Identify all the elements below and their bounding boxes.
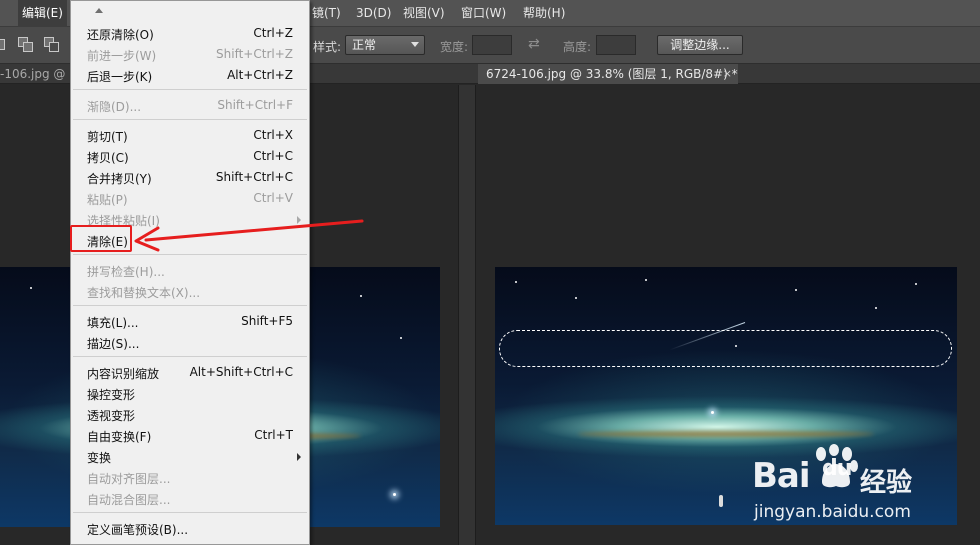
panel-divider[interactable] [458,85,476,545]
menu-separator [73,254,307,255]
subtract-selection-icon[interactable] [44,37,60,53]
add-to-selection-icon[interactable] [18,37,34,53]
menu-item-shortcut: Ctrl+C [253,149,293,163]
height-field[interactable] [596,35,636,55]
menu-item-fade[interactable]: 渐隐(D)... Shift+Ctrl+F [71,95,309,116]
menu-item-perspective-warp[interactable]: 透视变形 [71,404,309,425]
menu-item-shortcut: Shift+Ctrl+F [217,98,293,112]
menu-item-find-replace[interactable]: 查找和替换文本(X)... [71,281,309,302]
menu-item-label: 粘贴(P) [87,193,128,207]
menu-item-label: 后退一步(K) [87,70,153,84]
menu-item-label: 前进一步(W) [87,49,157,63]
menu-item-label: 自动混合图层... [87,493,171,507]
figure-silhouette [719,495,723,507]
menu-item-label: 剪切(T) [87,130,128,144]
menu-item-auto-align-layers[interactable]: 自动对齐图层... [71,467,309,488]
watermark-brand-left: Bai [752,456,811,496]
menu-item-shortcut: Shift+Ctrl+Z [216,47,293,61]
selection-marquee [499,330,952,367]
menu-item-auto-blend-layers[interactable]: 自动混合图层... [71,488,309,509]
submenu-arrow-icon [297,453,301,461]
menu-item-shortcut: Ctrl+X [253,128,293,142]
menu-item-label: 拷贝(C) [87,151,129,165]
menu-edit[interactable]: 编辑(E) [18,0,67,27]
menu-item-step-forward[interactable]: 前进一步(W) Shift+Ctrl+Z [71,44,309,65]
menu-separator [73,512,307,513]
height-label: 高度: [563,40,592,54]
menu-item-free-transform[interactable]: 自由变换(F) Ctrl+T [71,425,309,446]
menu-item-step-backward[interactable]: 后退一步(K) Alt+Ctrl+Z [71,65,309,86]
menu-item-shortcut: Alt+Ctrl+Z [227,68,293,82]
menu-item-cut[interactable]: 剪切(T) Ctrl+X [71,125,309,146]
style-select[interactable]: 正常 [345,35,425,55]
menu-3d[interactable]: 3D(D) [352,0,395,27]
menu-separator [73,119,307,120]
annotation-highlight-box [70,225,132,252]
menu-item-content-aware-scale[interactable]: 内容识别缩放 Alt+Shift+Ctrl+C [71,362,309,383]
menu-item-define-brush-preset[interactable]: 定义画笔预设(B)... [71,518,309,539]
scroll-up-icon [95,8,103,13]
menu-item-label: 自动对齐图层... [87,472,171,486]
close-icon[interactable]: × [723,64,732,84]
menu-item-label: 操控变形 [87,388,136,402]
menu-help[interactable]: 帮助(H) [519,0,569,27]
menu-item-undo-clear[interactable]: 还原清除(O) Ctrl+Z [71,23,309,44]
menu-item-fill[interactable]: 填充(L)... Shift+F5 [71,311,309,332]
menu-item-label: 自由变换(F) [87,430,152,444]
menu-item-spell-check[interactable]: 拼写检查(H)... [71,260,309,281]
menu-item-label: 填充(L)... [87,316,139,330]
menu-item-label: 内容识别缩放 [87,367,160,381]
menu-item-label: 查找和替换文本(X)... [87,286,201,300]
menu-item-label: 渐隐(D)... [87,100,142,114]
tab-title: 6724-106.jpg @ 33.8% (图层 1, RGB/8#) * [486,67,738,81]
tab-left-document[interactable]: -106.jpg @ 33 [0,64,85,84]
menu-item-shortcut: Ctrl+T [254,428,293,442]
width-label: 宽度: [440,40,469,54]
menu-item-paste[interactable]: 粘贴(P) Ctrl+V [71,188,309,209]
baidu-jingyan-watermark: Bai du 经验 jingyan.baidu.com [752,440,962,540]
menu-item-copy-merged[interactable]: 合并拷贝(Y) Shift+Ctrl+C [71,167,309,188]
new-selection-icon[interactable] [0,37,10,53]
width-field[interactable] [472,35,512,55]
style-select-value: 正常 [352,38,377,52]
menu-item-label: 描边(S)... [87,337,140,351]
menu-item-shortcut: Alt+Shift+Ctrl+C [189,365,293,379]
menu-item-label: 合并拷贝(Y) [87,172,152,186]
menu-item-puppet-warp[interactable]: 操控变形 [71,383,309,404]
menu-item-label: 定义画笔预设(B)... [87,523,189,537]
menu-filter[interactable]: 镜(T) [308,0,345,27]
chevron-down-icon [411,42,419,47]
submenu-arrow-icon [297,216,301,224]
menu-separator [73,305,307,306]
menu-separator [73,89,307,90]
menu-item-shortcut: Shift+Ctrl+C [215,170,293,184]
menu-item-stroke[interactable]: 描边(S)... [71,332,309,353]
watermark-url: jingyan.baidu.com [754,502,911,522]
menu-window[interactable]: 窗口(W) [457,0,510,27]
menu-item-copy[interactable]: 拷贝(C) Ctrl+C [71,146,309,167]
swap-icon[interactable]: ⇄ [528,36,540,52]
menu-view[interactable]: 视图(V) [399,0,449,27]
watermark-brand-right: du [822,456,852,481]
menu-item-label: 还原清除(O) [87,28,154,42]
menu-separator [73,356,307,357]
menu-item-transform[interactable]: 变换 [71,446,309,467]
style-label: 样式: [313,40,342,54]
watermark-brand-cn: 经验 [860,468,913,498]
refine-edge-button[interactable]: 调整边缘... [657,35,743,55]
tab-right-document[interactable]: 6724-106.jpg @ 33.8% (图层 1, RGB/8#) * × [478,64,738,84]
menu-item-shortcut: Shift+F5 [241,314,293,328]
menu-item-label: 透视变形 [87,409,136,423]
menu-item-shortcut: Ctrl+Z [253,26,293,40]
menu-item-shortcut: Ctrl+V [253,191,293,205]
edit-menu: 还原清除(O) Ctrl+Z 前进一步(W) Shift+Ctrl+Z 后退一步… [70,0,310,545]
menu-item-label: 拼写检查(H)... [87,265,165,279]
menu-scroll-up[interactable] [71,1,309,21]
menu-item-label: 变换 [87,451,112,465]
